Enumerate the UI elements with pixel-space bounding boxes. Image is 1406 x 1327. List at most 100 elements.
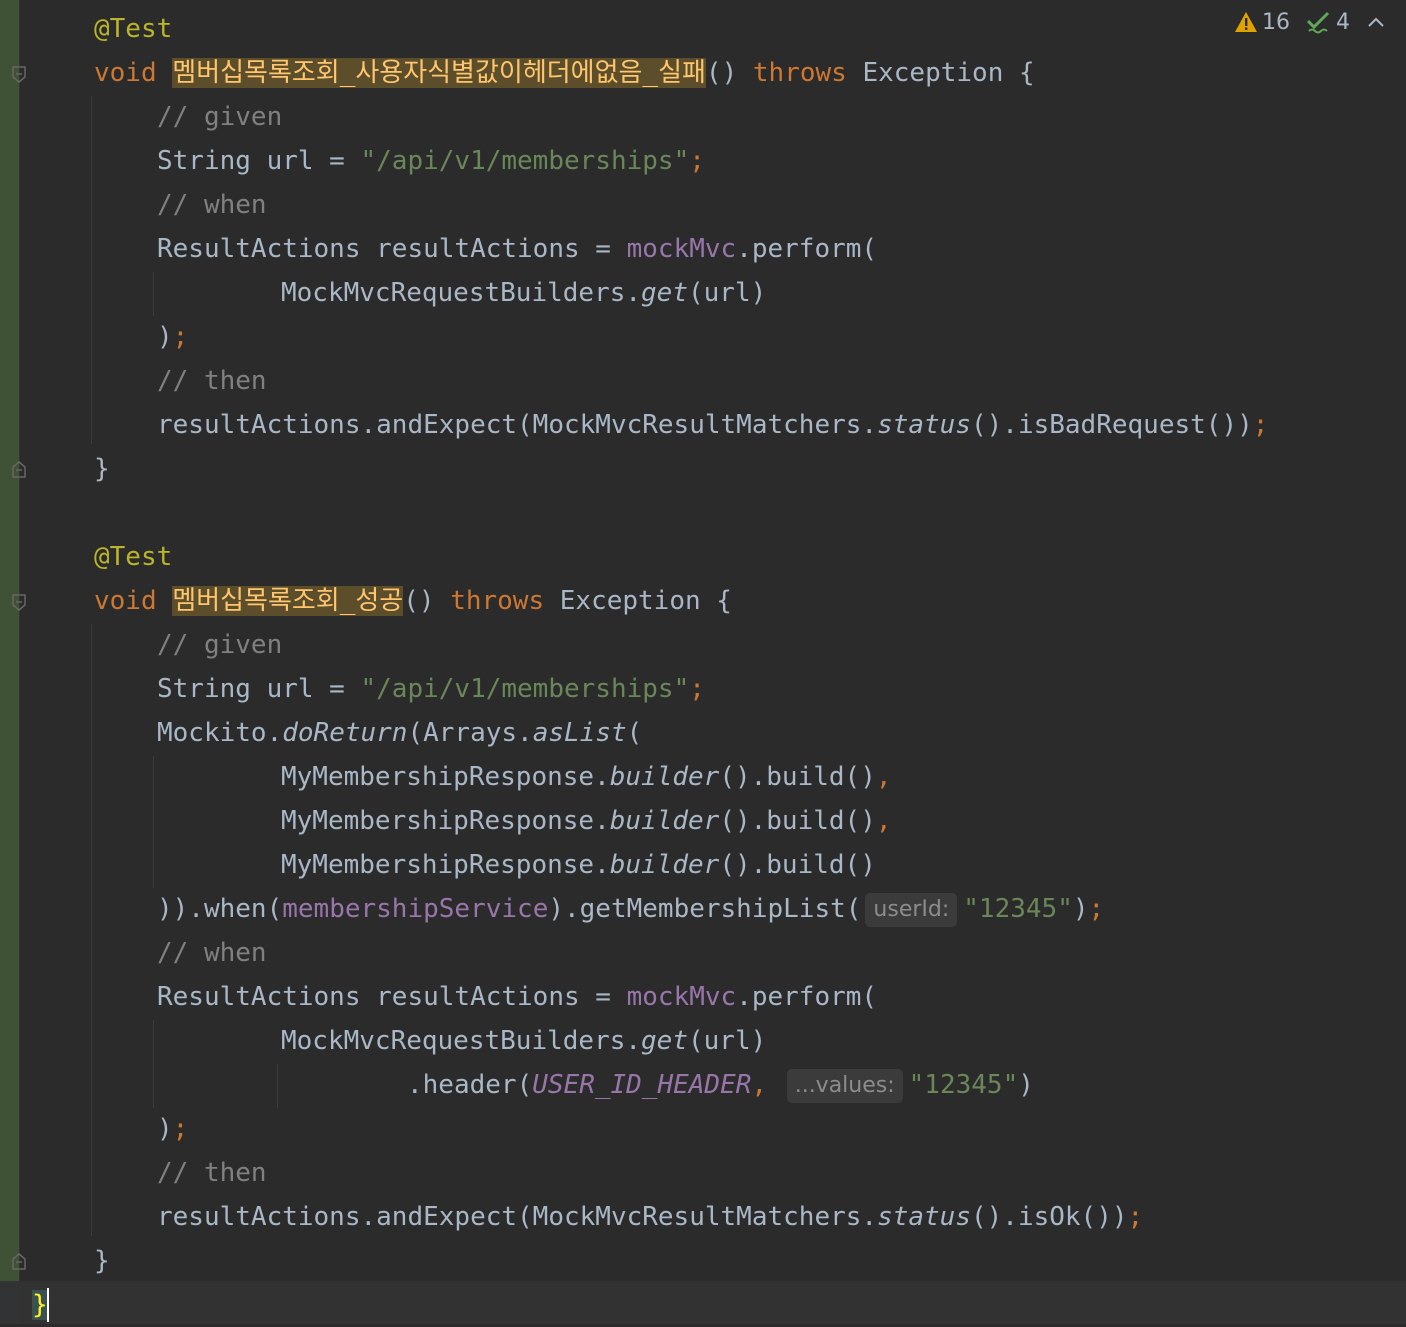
code-line[interactable]: MockMvcRequestBuilders.get(url) <box>281 271 766 315</box>
chevron-up-icon[interactable] <box>1366 15 1386 29</box>
string-literal: "/api/v1/memberships" <box>360 674 690 704</box>
check-double-icon <box>1306 10 1332 34</box>
comment: // given <box>157 630 283 660</box>
semicolon: ; <box>172 1114 189 1144</box>
code-line[interactable]: // when <box>157 931 267 975</box>
close-brace: } <box>94 454 110 484</box>
variable-declaration: String url = <box>157 146 345 176</box>
code-line[interactable]: )).when(membershipService).getMembership… <box>157 887 1104 931</box>
comma: , <box>875 806 892 836</box>
static-method: get <box>641 278 688 308</box>
code-line[interactable]: String url = "/api/v1/memberships"; <box>157 139 705 183</box>
class-reference: MockMvcRequestBuilders. <box>281 278 642 308</box>
static-method: builder <box>609 806 720 836</box>
weak-warnings-count: 4 <box>1336 9 1350 35</box>
comma: , <box>751 1070 768 1100</box>
method-call: .header( <box>407 1070 533 1100</box>
code-line[interactable]: resultActions.andExpect(MockMvcResultMat… <box>157 1195 1143 1239</box>
code-line[interactable]: @Test <box>94 7 172 51</box>
static-method: builder <box>609 850 720 880</box>
string-literal: "/api/v1/memberships" <box>360 146 690 176</box>
method-call: .perform( <box>736 982 878 1012</box>
code-line[interactable]: ResultActions resultActions = mockMvc.pe… <box>157 227 877 271</box>
method-call: ().isBadRequest()) <box>970 410 1253 440</box>
annotation: @Test <box>94 542 173 572</box>
fold-start-icon[interactable] <box>11 594 27 611</box>
matched-brace[interactable]: } <box>32 1290 48 1320</box>
code-line[interactable]: // then <box>157 359 267 403</box>
keyword-throws: throws <box>752 58 847 88</box>
code-line[interactable]: MyMembershipResponse.builder().build(), <box>281 799 892 843</box>
code-line[interactable]: ); <box>157 1107 188 1151</box>
code-line[interactable]: } <box>94 1239 110 1283</box>
arguments: (url) <box>688 278 767 308</box>
code-line[interactable]: MyMembershipResponse.builder().build() <box>281 843 876 887</box>
code-line[interactable]: MyMembershipResponse.builder().build(), <box>281 755 892 799</box>
code-line[interactable]: MockMvcRequestBuilders.get(url) <box>281 1019 766 1063</box>
code-line[interactable]: @Test <box>94 535 172 579</box>
indent-guide <box>153 272 154 316</box>
code-line[interactable]: ); <box>157 315 188 359</box>
warnings-count: 16 <box>1262 9 1290 35</box>
class-reference: Mockito. <box>157 718 283 748</box>
indent-guide <box>153 756 154 888</box>
semicolon: ; <box>1127 1202 1144 1232</box>
method-call: )).when( <box>157 894 283 924</box>
fold-end-icon[interactable] <box>11 1252 27 1270</box>
warning-triangle-icon <box>1234 11 1258 33</box>
code-line[interactable]: Mockito.doReturn(Arrays.asList( <box>157 711 642 755</box>
semicolon: ; <box>1252 410 1269 440</box>
fold-end-icon[interactable] <box>11 460 27 478</box>
constant-reference: USER_ID_HEADER <box>532 1070 752 1100</box>
code-line[interactable]: ResultActions resultActions = mockMvc.pe… <box>157 975 877 1019</box>
method-call: resultActions.andExpect(MockMvcResultMat… <box>157 410 878 440</box>
paren: ) <box>157 1114 173 1144</box>
static-method: builder <box>609 762 720 792</box>
vcs-change-marker[interactable] <box>0 0 19 1281</box>
keyword-throws: throws <box>450 586 545 616</box>
code-line[interactable]: } <box>32 1283 48 1327</box>
code-line[interactable]: String url = "/api/v1/memberships"; <box>157 667 705 711</box>
code-line[interactable]: resultActions.andExpect(MockMvcResultMat… <box>157 403 1268 447</box>
keyword-void: void <box>94 58 157 88</box>
class-reference: MockMvcRequestBuilders. <box>281 1026 642 1056</box>
static-method: doReturn <box>282 718 408 748</box>
code-line[interactable]: // given <box>157 623 282 667</box>
static-method: asList <box>532 718 627 748</box>
comment: // given <box>157 102 283 132</box>
class-reference: (Arrays. <box>407 718 533 748</box>
weak-warnings-indicator[interactable]: 4 <box>1306 10 1350 35</box>
code-line[interactable]: // given <box>157 95 282 139</box>
indent-guide <box>277 1064 278 1108</box>
method-name[interactable]: 멤버십목록조회_성공 <box>172 586 404 616</box>
keyword-void: void <box>94 586 157 616</box>
paren: ( <box>626 718 643 748</box>
method-name[interactable]: 멤버십목록조회_사용자식별값이헤더에없음_실패 <box>172 58 706 88</box>
arguments: (url) <box>688 1026 767 1056</box>
parameter-hint: ...values: <box>786 1068 903 1103</box>
current-line-highlight <box>20 1281 1406 1324</box>
indent-guide <box>91 624 92 1236</box>
exception-type: Exception { <box>559 586 732 616</box>
inspection-widget[interactable]: 16 4 <box>1234 6 1386 38</box>
code-line[interactable]: // then <box>157 1151 267 1195</box>
comment: // when <box>157 938 267 968</box>
fold-start-icon[interactable] <box>11 66 27 83</box>
method-call: ().build() <box>719 850 876 880</box>
code-line[interactable]: } <box>94 447 110 491</box>
paren: ) <box>1018 1070 1034 1100</box>
code-line[interactable]: void 멤버십목록조회_사용자식별값이헤더에없음_실패() throws Ex… <box>94 51 1035 95</box>
annotation: @Test <box>94 14 173 44</box>
code-line[interactable]: void 멤버십목록조회_성공() throws Exception { <box>94 579 732 623</box>
warnings-indicator[interactable]: 16 <box>1234 10 1290 35</box>
close-brace: } <box>94 1246 110 1276</box>
field-reference: mockMvc <box>626 234 737 264</box>
method-call: .perform( <box>736 234 878 264</box>
class-reference: MyMembershipResponse. <box>281 806 610 836</box>
comma: , <box>875 762 892 792</box>
method-call: ().build() <box>719 806 876 836</box>
static-method: status <box>877 410 971 440</box>
code-line[interactable]: .header(USER_ID_HEADER, ...values: "12345… <box>407 1063 1034 1107</box>
code-line[interactable]: // when <box>157 183 267 227</box>
indent-guide <box>91 96 92 444</box>
